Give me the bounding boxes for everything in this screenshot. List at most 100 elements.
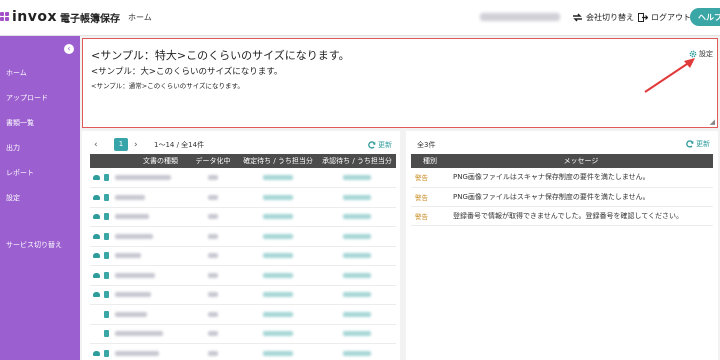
- cloud-upload-icon[interactable]: [93, 175, 100, 180]
- prev-page-button[interactable]: ‹: [94, 140, 108, 150]
- column-header[interactable]: データ化中: [188, 154, 238, 168]
- document-icon: [104, 213, 109, 221]
- redacted-text: [343, 194, 371, 200]
- document-icon: [104, 271, 109, 279]
- message-refresh-label: 更新: [696, 140, 710, 148]
- annotation-arrow-icon: [644, 58, 695, 93]
- pending-approval-cell[interactable]: [318, 207, 396, 227]
- logout-link[interactable]: ログアウト: [638, 12, 691, 23]
- table-row[interactable]: [90, 324, 396, 344]
- cloud-upload-icon[interactable]: [93, 253, 100, 259]
- document-icon: [104, 330, 109, 338]
- redacted-text: [115, 233, 153, 239]
- table-row[interactable]: [90, 304, 396, 325]
- column-header: 種別: [411, 154, 449, 168]
- pending-confirm-cell[interactable]: [238, 324, 318, 344]
- cloud-upload-icon[interactable]: [93, 214, 100, 220]
- pending-confirm-cell[interactable]: [238, 168, 318, 188]
- cloud-upload-icon[interactable]: [93, 350, 100, 356]
- next-page-button[interactable]: ›: [134, 140, 148, 150]
- redacted-text: [208, 175, 218, 180]
- logo-text: invox: [12, 8, 58, 25]
- sample-text-normal: <サンプル：通常>このくらいのサイズになります。: [91, 82, 244, 90]
- table-row[interactable]: [90, 168, 396, 188]
- processing-count-cell: [188, 304, 238, 325]
- pending-confirm-cell[interactable]: [238, 226, 318, 247]
- pending-approval-cell[interactable]: [318, 246, 396, 266]
- processing-count-cell: [188, 187, 238, 208]
- document-type-cell: [90, 187, 188, 208]
- sample-text-large: <サンプル：大>このくらいのサイズになります。: [91, 67, 283, 77]
- table-row[interactable]: [90, 207, 396, 227]
- list-refresh-button[interactable]: 更新: [368, 140, 392, 150]
- column-header[interactable]: 承認待ち / うち担当分: [318, 154, 396, 168]
- sidebar-item-home[interactable]: ホーム: [6, 68, 27, 78]
- cloud-upload-icon[interactable]: [93, 233, 100, 239]
- message-panel: 全3件 更新 種別 メッセージ 警告 PNG画像ファイルはスキャナ保存制度の要件…: [406, 131, 718, 360]
- pending-approval-cell[interactable]: [318, 285, 396, 305]
- help-button[interactable]: ヘルプ: [690, 8, 720, 26]
- pending-approval-cell[interactable]: [318, 226, 396, 247]
- sidebar-item-upload[interactable]: アップロード: [6, 93, 48, 103]
- sidebar-item-output[interactable]: 出力: [6, 143, 20, 153]
- table-row[interactable]: [90, 246, 396, 266]
- cloud-upload-icon[interactable]: [93, 292, 100, 298]
- document-icon: [104, 349, 109, 357]
- sidebar-item-documents[interactable]: 書類一覧: [6, 118, 34, 128]
- pending-approval-cell[interactable]: [318, 304, 396, 325]
- pending-approval-cell[interactable]: [318, 324, 396, 344]
- message-row[interactable]: 警告 PNG画像ファイルはスキャナ保存制度の要件を満たしません。: [411, 168, 713, 188]
- pagination: ‹ 1 › 1〜14 / 全14件: [94, 138, 204, 151]
- processing-count-cell: [188, 226, 238, 247]
- sidebar-item-switch-service[interactable]: サービス切り替え: [6, 240, 62, 250]
- pending-confirm-cell[interactable]: [238, 265, 318, 286]
- redacted-text: [263, 194, 293, 200]
- column-header: メッセージ: [449, 154, 713, 168]
- redacted-text: [343, 233, 371, 239]
- table-row[interactable]: [90, 285, 396, 305]
- pending-confirm-cell[interactable]: [238, 207, 318, 227]
- collapse-sidebar-button[interactable]: ‹: [64, 44, 74, 54]
- message-refresh-button[interactable]: 更新: [686, 139, 710, 149]
- column-header[interactable]: 文書の種類: [90, 154, 188, 168]
- document-type-cell: [90, 285, 188, 305]
- list-refresh-label: 更新: [378, 141, 392, 149]
- table-row[interactable]: [90, 265, 396, 286]
- column-header[interactable]: 確定待ち / うち担当分: [238, 154, 318, 168]
- product-name: 電子帳簿保存: [60, 14, 121, 25]
- cloud-upload-icon[interactable]: [93, 194, 100, 200]
- document-list-panel: ‹ 1 › 1〜14 / 全14件 更新 文書の種類 データ化中 確定待ち / …: [82, 131, 400, 360]
- pending-confirm-cell[interactable]: [238, 246, 318, 266]
- switch-company-link[interactable]: 会社切り替え: [572, 12, 634, 23]
- message-text: PNG画像ファイルはスキャナ保存制度の要件を満たしません。: [449, 187, 713, 207]
- cloud-upload-icon[interactable]: [93, 272, 100, 278]
- document-icon: [104, 232, 109, 240]
- redacted-text: [208, 233, 218, 239]
- redacted-text: [343, 350, 371, 356]
- page-number-button[interactable]: 1: [114, 138, 128, 151]
- sidebar-item-settings[interactable]: 設定: [6, 193, 20, 203]
- table-row[interactable]: [90, 187, 396, 208]
- message-row[interactable]: 警告 PNG画像ファイルはスキャナ保存制度の要件を満たしません。: [411, 187, 713, 207]
- nav-home-link[interactable]: ホーム: [128, 12, 152, 23]
- sidebar-item-report[interactable]: レポート: [6, 168, 34, 178]
- table-row[interactable]: [90, 226, 396, 247]
- redacted-text: [343, 331, 371, 337]
- table-row[interactable]: [90, 343, 396, 360]
- pending-approval-cell[interactable]: [318, 343, 396, 360]
- message-count: 全3件: [417, 141, 436, 149]
- pending-approval-cell[interactable]: [318, 168, 396, 188]
- pending-confirm-cell[interactable]: [238, 304, 318, 325]
- document-icon: [104, 310, 109, 318]
- pending-confirm-cell[interactable]: [238, 285, 318, 305]
- resize-handle-icon[interactable]: ◢: [710, 118, 715, 126]
- pending-confirm-cell[interactable]: [238, 343, 318, 360]
- pending-confirm-cell[interactable]: [238, 187, 318, 208]
- sidebar: ‹ ホーム アップロード 書類一覧 出力 レポート 設定 サービス切り替え: [0, 36, 80, 360]
- message-row[interactable]: 警告 登録番号で情報が取得できませんでした。登録番号を確認してください。: [411, 206, 713, 226]
- document-icon: [104, 193, 109, 201]
- switch-company-icon: [573, 13, 582, 22]
- pending-approval-cell[interactable]: [318, 187, 396, 208]
- pending-approval-cell[interactable]: [318, 265, 396, 286]
- app-logo[interactable]: invox 電子帳簿保存: [0, 8, 120, 25]
